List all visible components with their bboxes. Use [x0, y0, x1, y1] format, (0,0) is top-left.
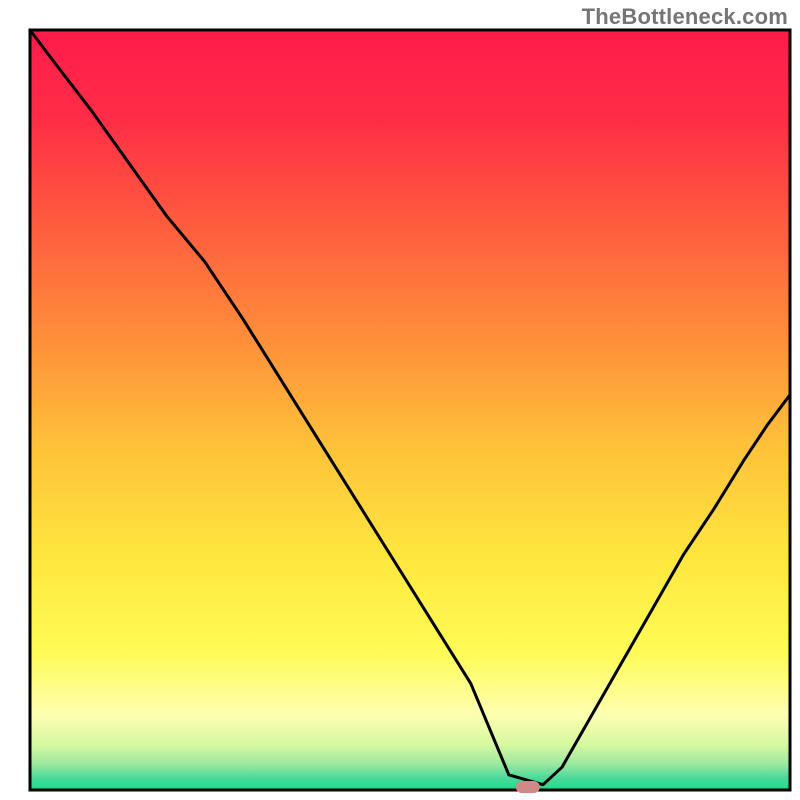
- chart-frame: TheBottleneck.com: [0, 0, 800, 800]
- plot-background: [30, 30, 790, 790]
- watermark-label: TheBottleneck.com: [582, 4, 788, 30]
- bottleneck-chart: [0, 0, 800, 800]
- bottleneck-marker: [516, 781, 540, 793]
